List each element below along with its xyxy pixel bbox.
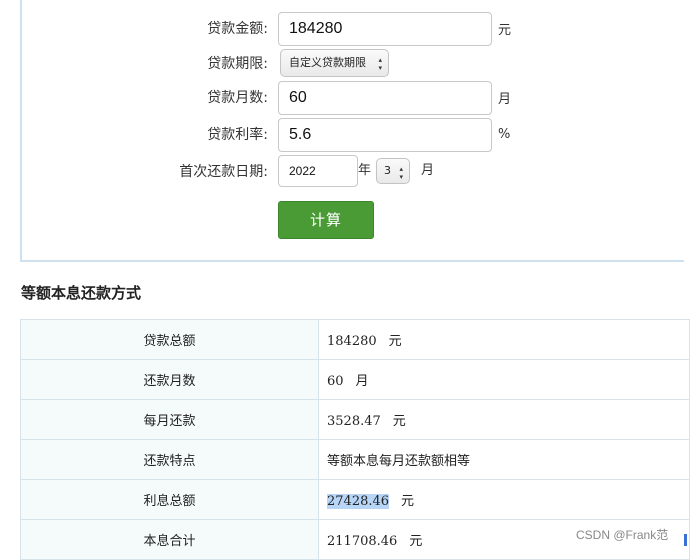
row-key: 还款月数	[20, 359, 319, 400]
loan-term-row: 贷款期限: 自定义贷款期限 ▴ ▾	[0, 47, 690, 81]
interest-rate-input[interactable]	[278, 118, 492, 152]
year-unit: 年	[358, 163, 372, 178]
loan-amount-unit: 元	[498, 23, 512, 38]
select-arrows-icon: ▴ ▾	[399, 165, 403, 181]
row-key: 利息总额	[20, 479, 319, 520]
row-value: 60	[327, 374, 344, 389]
row-key: 本息合计	[20, 519, 319, 560]
loan-term-select[interactable]: 自定义贷款期限 ▴ ▾	[280, 49, 389, 77]
row-value-cell: 3528.47 元	[318, 399, 690, 440]
row-value-cell: 等额本息每月还款额相等	[318, 439, 690, 480]
loan-months-input[interactable]	[278, 81, 492, 115]
row-unit: 月	[355, 374, 369, 389]
row-unit: 元	[401, 494, 415, 509]
first-payment-year-input[interactable]	[278, 155, 358, 187]
loan-months-label: 贷款月数:	[207, 90, 268, 106]
row-value: 等额本息每月还款额相等	[327, 454, 471, 469]
first-payment-label: 首次还款日期:	[179, 164, 268, 180]
table-row: 还款月数 60 月	[20, 359, 690, 400]
calculate-button[interactable]: 计算	[278, 201, 374, 239]
corner-mark	[684, 534, 687, 546]
loan-term-selected: 自定义贷款期限	[289, 56, 366, 69]
row-value: 211708.46	[327, 534, 398, 549]
loan-amount-label: 贷款金额:	[207, 21, 268, 37]
watermark: CSDN @Frank范	[576, 528, 669, 542]
results-section-title: 等额本息还款方式	[21, 284, 142, 302]
row-unit: 元	[388, 334, 402, 349]
row-key: 还款特点	[20, 439, 319, 480]
month-unit: 月	[421, 163, 435, 178]
table-row: 每月还款 3528.47 元	[20, 399, 690, 440]
row-unit: 元	[392, 414, 406, 429]
row-value-selected[interactable]: 27428.46	[327, 494, 390, 509]
first-payment-row: 首次还款日期: 年 3 ▴▾ 月	[0, 155, 690, 189]
table-row: 还款特点 等额本息每月还款额相等	[20, 439, 690, 480]
loan-months-unit: 月	[498, 92, 512, 107]
loan-months-row: 贷款月数: 月	[0, 81, 690, 115]
row-value: 184280	[327, 334, 377, 349]
table-row: 贷款总额 184280 元	[20, 319, 690, 360]
loan-amount-row: 贷款金额: 元	[0, 12, 690, 46]
first-payment-month-select[interactable]: 3 ▴ ▾	[376, 158, 410, 184]
loan-term-label: 贷款期限:	[207, 56, 268, 72]
table-row: 利息总额 27428.46 元	[20, 479, 690, 520]
row-value-cell: 184280 元	[318, 319, 690, 360]
interest-rate-row: 贷款利率: %	[0, 118, 690, 152]
row-value-cell: 60 月	[318, 359, 690, 400]
first-payment-month-selected: 3	[384, 164, 391, 177]
row-key: 每月还款	[20, 399, 319, 440]
row-key: 贷款总额	[20, 319, 319, 360]
loan-amount-input[interactable]	[278, 12, 492, 46]
row-unit: 元	[409, 534, 423, 549]
interest-rate-unit: %	[498, 127, 511, 142]
select-arrows-icon: ▴ ▾	[378, 56, 382, 72]
row-value: 3528.47	[327, 414, 381, 429]
results-table: 贷款总额 184280 元 还款月数 60 月 每月还款 3528.47 元 还款特点…	[20, 319, 690, 560]
interest-rate-label: 贷款利率:	[207, 127, 268, 143]
row-value-cell: 27428.46 元	[318, 479, 690, 520]
